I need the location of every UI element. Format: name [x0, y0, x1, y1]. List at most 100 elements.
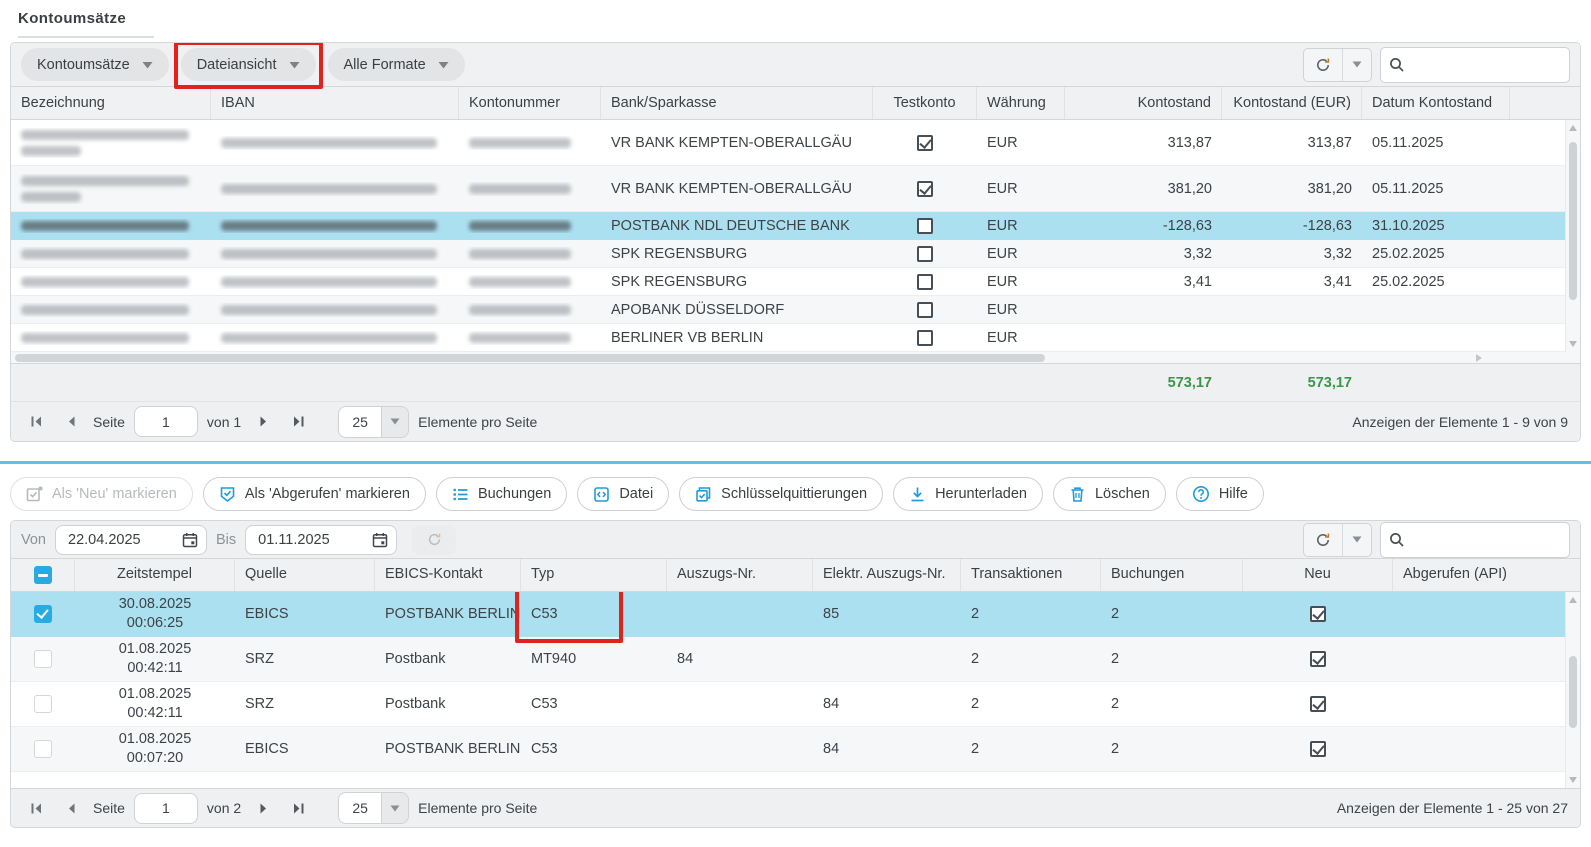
row-checkbox[interactable] [34, 605, 52, 623]
calendar-icon[interactable] [174, 526, 206, 554]
chevron-down-icon [1352, 536, 1362, 543]
cell-datum [1362, 308, 1510, 312]
col-bezeichnung[interactable]: Bezeichnung [11, 87, 211, 119]
next-page-button[interactable] [250, 795, 276, 821]
scroll-down-icon[interactable] [1569, 777, 1577, 783]
refresh-options-button[interactable] [1342, 524, 1371, 556]
mark-as-new-button[interactable]: Als 'Neu' markieren [10, 477, 193, 511]
col-testkonto[interactable]: Testkonto [873, 87, 977, 119]
scrollbar-thumb[interactable] [1569, 656, 1577, 728]
col-waehrung[interactable]: Währung [977, 87, 1065, 119]
view-dropdown-dateiansicht[interactable]: Dateiansicht [181, 48, 316, 81]
date-from-value[interactable]: 22.04.2025 [56, 532, 174, 548]
col-auszugs-nr[interactable]: Auszugs-Nr. [667, 559, 813, 591]
testkonto-checkbox[interactable] [917, 246, 933, 262]
page-size-select[interactable]: 25 [338, 406, 409, 438]
col-quelle[interactable]: Quelle [235, 559, 375, 591]
files-vertical-scrollbar[interactable] [1565, 592, 1580, 788]
prev-page-button[interactable] [58, 795, 84, 821]
schluesselquittierungen-button[interactable]: Schlüsselquittierungen [679, 477, 883, 511]
scroll-right-icon[interactable] [1476, 354, 1482, 362]
refresh-button[interactable] [1304, 49, 1342, 81]
loeschen-button[interactable]: Löschen [1053, 477, 1166, 511]
neu-checkbox[interactable] [1310, 696, 1326, 712]
date-from-picker: 22.04.2025 [55, 525, 207, 555]
col-kontonummer[interactable]: Kontonummer [459, 87, 601, 119]
scrollbar-thumb[interactable] [15, 354, 1045, 362]
first-page-button[interactable] [23, 409, 49, 435]
table-row[interactable]: APOBANK DÜSSELDORF EUR [11, 296, 1565, 324]
col-elektr-auszugs-nr[interactable]: Elektr. Auszugs-Nr. [813, 559, 961, 591]
table-row[interactable]: VR BANK KEMPTEN-OBERALLGÄU EUR 313,87 31… [11, 120, 1565, 166]
col-datum-kontostand[interactable]: Datum Kontostand [1362, 87, 1510, 119]
col-abgerufen-api[interactable]: Abgerufen (API) [1393, 559, 1580, 591]
search-input[interactable] [1411, 57, 1561, 73]
testkonto-checkbox[interactable] [917, 135, 933, 151]
mark-as-retrieved-button[interactable]: Als 'Abgerufen' markieren [203, 477, 426, 511]
table-row[interactable]: 01.08.202500:07:20 EBICS POSTBANK BERLIN… [11, 727, 1565, 772]
scrollbar-thumb[interactable] [1569, 142, 1577, 300]
table-row[interactable]: BERLINER VB BERLIN EUR [11, 324, 1565, 352]
col-buchungen[interactable]: Buchungen [1101, 559, 1243, 591]
format-dropdown-alle-formate[interactable]: Alle Formate [328, 48, 465, 81]
prev-page-button[interactable] [58, 409, 84, 435]
select-all-checkbox[interactable] [34, 566, 52, 584]
buchungen-button[interactable]: Buchungen [436, 477, 567, 511]
cell-ebics-kontakt: POSTBANK BERLIN [375, 739, 521, 759]
calendar-icon[interactable] [364, 526, 396, 554]
datei-button[interactable]: Datei [577, 477, 669, 511]
help-icon [1192, 485, 1210, 503]
table-row[interactable]: VR BANK KEMPTEN-OBERALLGÄU EUR 381,20 38… [11, 166, 1565, 212]
col-zeitstempel[interactable]: Zeitstempel [75, 559, 235, 591]
testkonto-checkbox[interactable] [917, 181, 933, 197]
page-number-input[interactable] [134, 406, 198, 437]
testkonto-checkbox[interactable] [917, 330, 933, 346]
row-checkbox[interactable] [34, 695, 52, 713]
table-row[interactable]: 01.08.202500:42:11 SRZ Postbank C53 84 2… [11, 682, 1565, 727]
testkonto-checkbox[interactable] [917, 274, 933, 290]
search-input[interactable] [1411, 532, 1561, 548]
col-kontostand-eur[interactable]: Kontostand (EUR) [1222, 87, 1362, 119]
neu-checkbox[interactable] [1310, 741, 1326, 757]
next-page-button[interactable] [250, 409, 276, 435]
page-number-input[interactable] [134, 793, 198, 824]
col-bank[interactable]: Bank/Sparkasse [601, 87, 873, 119]
scroll-down-icon[interactable] [1569, 341, 1577, 347]
col-kontostand[interactable]: Kontostand [1065, 87, 1222, 119]
table-row[interactable]: POSTBANK NDL DEUTSCHE BANK EUR -128,63 -… [11, 212, 1565, 240]
testkonto-checkbox[interactable] [917, 218, 933, 234]
col-neu[interactable]: Neu [1243, 559, 1393, 591]
neu-checkbox[interactable] [1310, 651, 1326, 667]
view-dropdown-kontoumsaetze[interactable]: Kontoumsätze [21, 48, 169, 81]
table-row[interactable]: 30.08.202500:06:25 EBICS POSTBANK BERLIN… [11, 592, 1565, 637]
col-iban[interactable]: IBAN [211, 87, 459, 119]
testkonto-checkbox[interactable] [917, 302, 933, 318]
col-typ[interactable]: Typ [521, 559, 667, 591]
scroll-up-icon[interactable] [1569, 125, 1577, 131]
accounts-horizontal-scrollbar[interactable] [11, 352, 1580, 364]
row-checkbox[interactable] [34, 650, 52, 668]
neu-checkbox[interactable] [1310, 606, 1326, 622]
cell-kontonummer-redacted [459, 247, 601, 261]
apply-filter-refresh-button[interactable] [412, 525, 456, 555]
scroll-up-icon[interactable] [1569, 597, 1577, 603]
sum-kontostand-eur: 573,17 [1222, 373, 1362, 393]
table-row[interactable]: 01.08.202500:42:11 SRZ Postbank MT940 84… [11, 637, 1565, 682]
table-row[interactable]: SPK REGENSBURG EUR 3,32 3,32 25.02.2025 [11, 240, 1565, 268]
accounts-vertical-scrollbar[interactable] [1565, 120, 1580, 352]
hilfe-button[interactable]: Hilfe [1176, 477, 1264, 511]
button-label: Als 'Neu' markieren [52, 486, 177, 502]
refresh-button[interactable] [1304, 524, 1342, 556]
date-to-value[interactable]: 01.11.2025 [246, 532, 364, 548]
first-page-button[interactable] [23, 795, 49, 821]
table-row[interactable]: SPK REGENSBURG EUR 3,41 3,41 25.02.2025 [11, 268, 1565, 296]
page-size-select[interactable]: 25 [338, 792, 409, 824]
herunterladen-button[interactable]: Herunterladen [893, 477, 1043, 511]
last-page-button[interactable] [285, 409, 311, 435]
refresh-options-button[interactable] [1342, 49, 1371, 81]
row-checkbox[interactable] [34, 740, 52, 758]
cell-typ: C53 [521, 739, 667, 759]
last-page-button[interactable] [285, 795, 311, 821]
col-transaktionen[interactable]: Transaktionen [961, 559, 1101, 591]
col-ebics-kontakt[interactable]: EBICS-Kontakt [375, 559, 521, 591]
